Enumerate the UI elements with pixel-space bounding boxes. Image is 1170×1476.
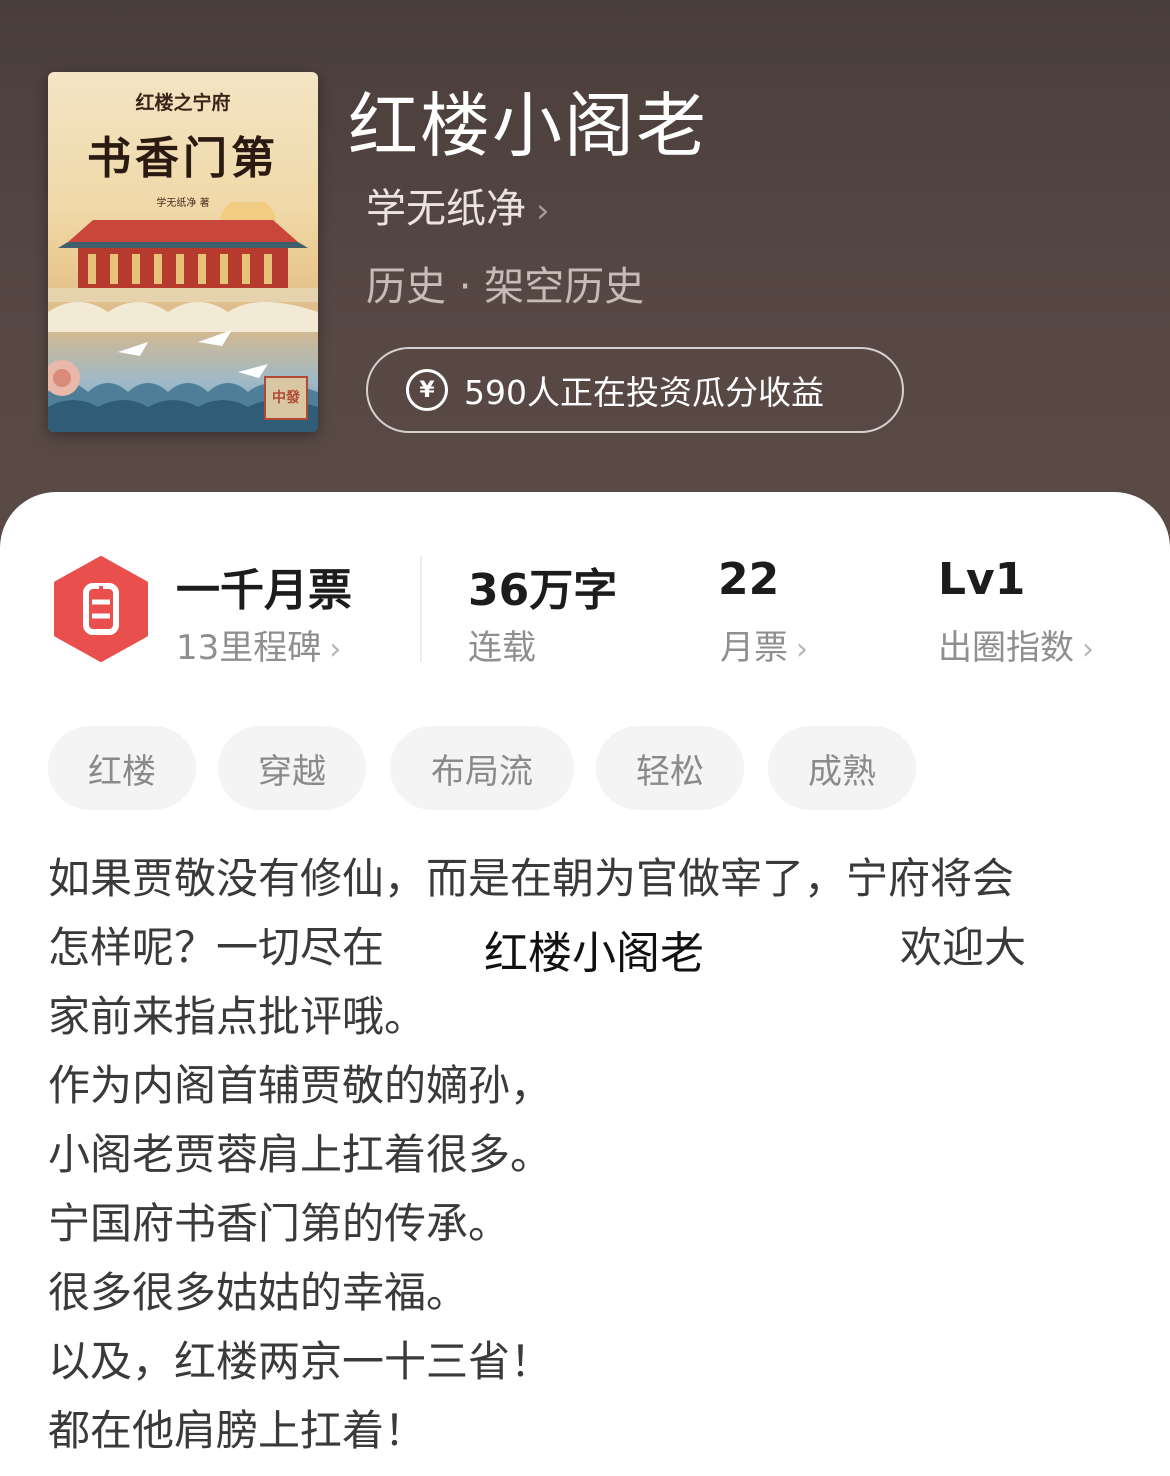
description-line: 宁国府书香门第的传承。 — [48, 1199, 511, 1248]
description-text: 怎样呢？一切尽在 — [48, 923, 385, 972]
description-line: 小阁老贾蓉肩上扛着很多。 — [48, 1130, 553, 1179]
description-text: 欢迎大 — [900, 923, 1027, 972]
chevron-right-icon: › — [329, 632, 342, 667]
stats-divider — [420, 556, 422, 662]
inline-book-title: 红楼小阁老 — [484, 928, 705, 979]
description-line: 以及，红楼两京一十三省！ — [48, 1337, 553, 1386]
yen-coin-icon: ¥ — [406, 369, 448, 411]
chevron-right-icon: › — [796, 632, 808, 667]
description-line: 作为内阁首辅贾敬的嫡孙， — [48, 1061, 553, 1110]
milestone-title: 一千月票 — [176, 565, 352, 616]
author-link[interactable]: 学无纸净 › — [366, 176, 550, 234]
monthly-ticket-link[interactable]: 月票 › — [720, 620, 808, 669]
book-header: 红楼之宁府 书香门第 学无纸净 著 中發 红楼小阁老 学无纸净 › 历史 · 架… — [0, 0, 1170, 560]
cover-corner-tile: 中發 — [264, 376, 308, 420]
tag-chip[interactable]: 红楼 — [48, 726, 196, 810]
book-info-card: 一千月票 13里程碑 › 36万字 连载 22 月票 › Lv1 出圈指数 › 红楼 … — [0, 492, 1170, 1476]
level-value: Lv1 — [938, 554, 1026, 605]
monthly-ticket-badge-icon — [54, 556, 148, 662]
tag-chip[interactable]: 轻松 — [596, 726, 744, 810]
author-name: 学无纸净 — [366, 186, 526, 232]
chevron-right-icon: › — [1082, 632, 1094, 667]
milestone-count: 13里程碑 — [176, 628, 322, 668]
description-line: 如果贾敬没有修仙，而是在朝为官做宰了，宁府将会 — [48, 854, 1015, 903]
book-description: 如果贾敬没有修仙，而是在朝为官做宰了，宁府将会 怎样呢？一切尽在 红楼小阁老 欢迎大… — [48, 844, 1128, 1465]
cover-subtitle: 红楼之宁府 — [135, 92, 231, 114]
tag-chip[interactable]: 穿越 — [218, 726, 366, 810]
description-line: 都在他肩膀上扛着！ — [48, 1406, 427, 1455]
invest-button[interactable]: ¥ 590人正在投资瓜分收益 — [366, 347, 904, 433]
monthly-ticket-label: 月票 — [720, 628, 788, 668]
monthly-ticket-count: 22 — [718, 554, 780, 605]
book-category: 历史 · 架空历史 — [366, 264, 645, 310]
word-count: 36万字 — [468, 565, 618, 616]
tag-chip[interactable]: 成熟 — [768, 726, 916, 810]
chevron-right-icon: › — [536, 191, 550, 231]
tag-chip[interactable]: 布局流 — [390, 726, 574, 810]
description-line: 很多很多姑姑的幸福。 — [48, 1268, 469, 1317]
cover-title: 书香门第 — [87, 133, 279, 184]
book-cover[interactable]: 红楼之宁府 书香门第 学无纸净 著 中發 — [48, 72, 318, 432]
serial-status: 连载 — [468, 628, 536, 668]
book-title: 红楼小阁老 — [348, 85, 708, 167]
description-line: 怎样呢？一切尽在 红楼小阁老 欢迎大 — [48, 913, 1128, 982]
popularity-index-label: 出圈指数 — [938, 628, 1074, 668]
description-line: 家前来指点批评哦。 — [48, 992, 427, 1041]
invest-text: 590人正在投资瓜分收益 — [464, 373, 824, 412]
popularity-index-link[interactable]: 出圈指数 › — [938, 620, 1094, 669]
milestone-link[interactable]: 13里程碑 › — [176, 620, 341, 669]
